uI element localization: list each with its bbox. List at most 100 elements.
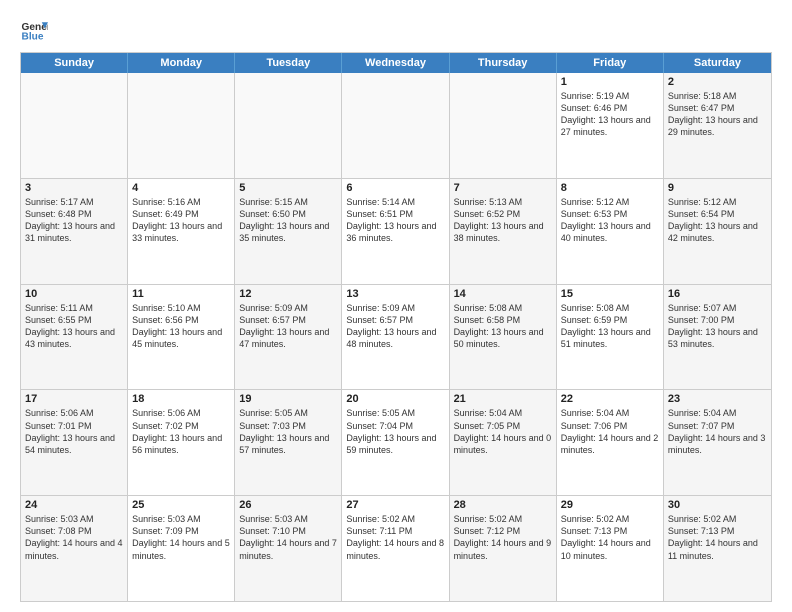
cell-content: Sunrise: 5:03 AM Sunset: 7:10 PM Dayligh… (239, 513, 337, 562)
calendar-cell-5-1: 24 Sunrise: 5:03 AM Sunset: 7:08 PM Dayli… (21, 496, 128, 601)
logo-icon: General Blue (20, 16, 48, 44)
calendar-cell-2-3: 5Sunrise: 5:15 AM Sunset: 6:50 PM Daylig… (235, 179, 342, 284)
calendar-cell-5-2: 25 Sunrise: 5:03 AM Sunset: 7:09 PM Dayli… (128, 496, 235, 601)
day-number: 18 (132, 393, 230, 405)
calendar-body: 1Sunrise: 5:19 AM Sunset: 6:46 PM Daylig… (21, 73, 771, 601)
cell-content: Sunrise: 5:05 AM Sunset: 7:04 PM Dayligh… (346, 407, 444, 456)
day-number: 29 (561, 499, 659, 511)
calendar-cell-2-6: 8Sunrise: 5:12 AM Sunset: 6:53 PM Daylig… (557, 179, 664, 284)
calendar-cell-2-7: 9 Sunrise: 5:12 AM Sunset: 6:54 PM Daylig… (664, 179, 771, 284)
day-number: 7 (454, 182, 552, 194)
day-number: 27 (346, 499, 444, 511)
calendar-cell-1-7: 2 Sunrise: 5:18 AM Sunset: 6:47 PM Daylig… (664, 73, 771, 178)
cell-content: Sunrise: 5:04 AM Sunset: 7:06 PM Dayligh… (561, 407, 659, 456)
cell-content: Sunrise: 5:04 AM Sunset: 7:05 PM Dayligh… (454, 407, 552, 456)
cell-content: Sunrise: 5:03 AM Sunset: 7:09 PM Dayligh… (132, 513, 230, 562)
header-day-saturday: Saturday (664, 53, 771, 73)
calendar-cell-2-5: 7 Sunrise: 5:13 AM Sunset: 6:52 PM Daylig… (450, 179, 557, 284)
day-number: 10 (25, 288, 123, 300)
day-number: 17 (25, 393, 123, 405)
header-day-thursday: Thursday (450, 53, 557, 73)
calendar-cell-1-3 (235, 73, 342, 178)
day-number: 28 (454, 499, 552, 511)
calendar-cell-5-7: 30 Sunrise: 5:02 AM Sunset: 7:13 PM Dayli… (664, 496, 771, 601)
calendar-cell-4-4: 20 Sunrise: 5:05 AM Sunset: 7:04 PM Dayli… (342, 390, 449, 495)
cell-content: Sunrise: 5:08 AM Sunset: 6:58 PM Dayligh… (454, 302, 552, 351)
cell-content: Sunrise: 5:02 AM Sunset: 7:12 PM Dayligh… (454, 513, 552, 562)
calendar-cell-3-2: 11 Sunrise: 5:10 AM Sunset: 6:56 PM Dayli… (128, 285, 235, 390)
day-number: 30 (668, 499, 767, 511)
calendar-cell-4-6: 22 Sunrise: 5:04 AM Sunset: 7:06 PM Dayli… (557, 390, 664, 495)
calendar-week-4: 17 Sunrise: 5:06 AM Sunset: 7:01 PM Dayli… (21, 389, 771, 495)
day-number: 21 (454, 393, 552, 405)
calendar-week-3: 10 Sunrise: 5:11 AM Sunset: 6:55 PM Dayli… (21, 284, 771, 390)
calendar-cell-3-7: 16Sunrise: 5:07 AM Sunset: 7:00 PM Dayli… (664, 285, 771, 390)
cell-content: Sunrise: 5:08 AM Sunset: 6:59 PM Dayligh… (561, 302, 659, 351)
calendar-cell-5-5: 28 Sunrise: 5:02 AM Sunset: 7:12 PM Dayli… (450, 496, 557, 601)
cell-content: Sunrise: 5:09 AM Sunset: 6:57 PM Dayligh… (346, 302, 444, 351)
cell-content: Sunrise: 5:09 AM Sunset: 6:57 PM Dayligh… (239, 302, 337, 351)
cell-content: Sunrise: 5:06 AM Sunset: 7:01 PM Dayligh… (25, 407, 123, 456)
calendar-cell-5-4: 27 Sunrise: 5:02 AM Sunset: 7:11 PM Dayli… (342, 496, 449, 601)
calendar-cell-4-2: 18 Sunrise: 5:06 AM Sunset: 7:02 PM Dayli… (128, 390, 235, 495)
svg-text:Blue: Blue (22, 31, 44, 42)
cell-content: Sunrise: 5:18 AM Sunset: 6:47 PM Dayligh… (668, 90, 767, 139)
calendar-cell-4-7: 23 Sunrise: 5:04 AM Sunset: 7:07 PM Dayli… (664, 390, 771, 495)
cell-content: Sunrise: 5:03 AM Sunset: 7:08 PM Dayligh… (25, 513, 123, 562)
calendar-week-1: 1Sunrise: 5:19 AM Sunset: 6:46 PM Daylig… (21, 73, 771, 178)
day-number: 16 (668, 288, 767, 300)
day-number: 6 (346, 182, 444, 194)
day-number: 1 (561, 76, 659, 88)
calendar-week-5: 24 Sunrise: 5:03 AM Sunset: 7:08 PM Dayli… (21, 495, 771, 601)
calendar-header: SundayMondayTuesdayWednesdayThursdayFrid… (21, 53, 771, 73)
cell-content: Sunrise: 5:05 AM Sunset: 7:03 PM Dayligh… (239, 407, 337, 456)
day-number: 20 (346, 393, 444, 405)
header-day-friday: Friday (557, 53, 664, 73)
cell-content: Sunrise: 5:10 AM Sunset: 6:56 PM Dayligh… (132, 302, 230, 351)
day-number: 14 (454, 288, 552, 300)
calendar-cell-2-1: 3 Sunrise: 5:17 AM Sunset: 6:48 PM Daylig… (21, 179, 128, 284)
day-number: 2 (668, 76, 767, 88)
header-day-sunday: Sunday (21, 53, 128, 73)
calendar-cell-3-4: 13Sunrise: 5:09 AM Sunset: 6:57 PM Dayli… (342, 285, 449, 390)
calendar-cell-5-3: 26 Sunrise: 5:03 AM Sunset: 7:10 PM Dayli… (235, 496, 342, 601)
cell-content: Sunrise: 5:13 AM Sunset: 6:52 PM Dayligh… (454, 196, 552, 245)
day-number: 12 (239, 288, 337, 300)
calendar-cell-3-5: 14 Sunrise: 5:08 AM Sunset: 6:58 PM Dayli… (450, 285, 557, 390)
cell-content: Sunrise: 5:17 AM Sunset: 6:48 PM Dayligh… (25, 196, 123, 245)
day-number: 24 (25, 499, 123, 511)
calendar-cell-1-5 (450, 73, 557, 178)
day-number: 22 (561, 393, 659, 405)
day-number: 3 (25, 182, 123, 194)
day-number: 23 (668, 393, 767, 405)
day-number: 26 (239, 499, 337, 511)
page: General Blue SundayMondayTuesdayWednesda… (0, 0, 792, 612)
cell-content: Sunrise: 5:12 AM Sunset: 6:53 PM Dayligh… (561, 196, 659, 245)
cell-content: Sunrise: 5:02 AM Sunset: 7:13 PM Dayligh… (668, 513, 767, 562)
cell-content: Sunrise: 5:12 AM Sunset: 6:54 PM Dayligh… (668, 196, 767, 245)
day-number: 5 (239, 182, 337, 194)
cell-content: Sunrise: 5:16 AM Sunset: 6:49 PM Dayligh… (132, 196, 230, 245)
day-number: 25 (132, 499, 230, 511)
cell-content: Sunrise: 5:06 AM Sunset: 7:02 PM Dayligh… (132, 407, 230, 456)
calendar-cell-3-1: 10 Sunrise: 5:11 AM Sunset: 6:55 PM Dayli… (21, 285, 128, 390)
day-number: 4 (132, 182, 230, 194)
cell-content: Sunrise: 5:11 AM Sunset: 6:55 PM Dayligh… (25, 302, 123, 351)
calendar-cell-1-6: 1Sunrise: 5:19 AM Sunset: 6:46 PM Daylig… (557, 73, 664, 178)
day-number: 11 (132, 288, 230, 300)
calendar-cell-4-5: 21 Sunrise: 5:04 AM Sunset: 7:05 PM Dayli… (450, 390, 557, 495)
day-number: 9 (668, 182, 767, 194)
cell-content: Sunrise: 5:02 AM Sunset: 7:11 PM Dayligh… (346, 513, 444, 562)
calendar-cell-2-2: 4 Sunrise: 5:16 AM Sunset: 6:49 PM Daylig… (128, 179, 235, 284)
calendar-cell-1-4 (342, 73, 449, 178)
cell-content: Sunrise: 5:04 AM Sunset: 7:07 PM Dayligh… (668, 407, 767, 456)
calendar-cell-4-3: 19 Sunrise: 5:05 AM Sunset: 7:03 PM Dayli… (235, 390, 342, 495)
calendar-cell-1-1 (21, 73, 128, 178)
cell-content: Sunrise: 5:14 AM Sunset: 6:51 PM Dayligh… (346, 196, 444, 245)
calendar-cell-3-3: 12 Sunrise: 5:09 AM Sunset: 6:57 PM Dayli… (235, 285, 342, 390)
calendar-cell-2-4: 6 Sunrise: 5:14 AM Sunset: 6:51 PM Daylig… (342, 179, 449, 284)
day-number: 15 (561, 288, 659, 300)
calendar-cell-3-6: 15 Sunrise: 5:08 AM Sunset: 6:59 PM Dayli… (557, 285, 664, 390)
header-day-tuesday: Tuesday (235, 53, 342, 73)
day-number: 19 (239, 393, 337, 405)
